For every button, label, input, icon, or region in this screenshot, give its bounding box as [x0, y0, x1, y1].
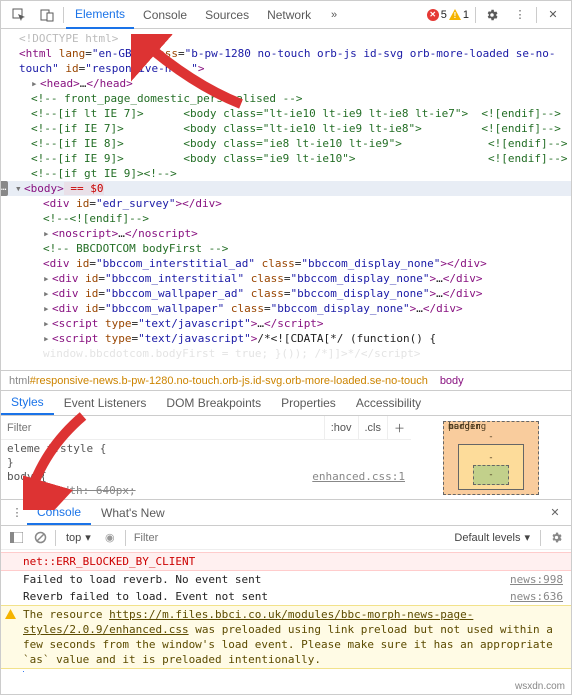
- warning-icon: [5, 608, 16, 623]
- styles-panel: :hov .cls ＋ eleme t.style { } enhanced.c…: [1, 416, 571, 500]
- kebab-menu-icon[interactable]: ⋮: [506, 1, 534, 29]
- breadcrumb[interactable]: html#responsive-news.b-pw-1280.no-touch.…: [1, 370, 571, 390]
- css-rules[interactable]: eleme t.style { } enhanced.css:1body { m…: [1, 440, 411, 499]
- subtab-properties[interactable]: Properties: [271, 391, 346, 415]
- console-toolbar: top ▾ ◉ Default levels ▾: [1, 526, 571, 550]
- chevron-down-icon: ▾: [524, 531, 530, 544]
- doctype: <!DOCTYPE html>: [7, 31, 565, 46]
- subtab-accessibility[interactable]: Accessibility: [346, 391, 431, 415]
- subtab-dom-breakpoints[interactable]: DOM Breakpoints: [156, 391, 271, 415]
- message-source-link[interactable]: news:998: [510, 572, 563, 587]
- devtools-toolbar: Elements Console Sources Network » ✕5 !1…: [1, 1, 571, 29]
- body-tag-selected[interactable]: ▾<body> == $0: [1, 181, 571, 196]
- watermark: wsxdn.com: [515, 681, 565, 692]
- tab-elements[interactable]: Elements: [66, 1, 134, 29]
- settings-icon[interactable]: [478, 1, 506, 29]
- new-style-rule-icon[interactable]: ＋: [387, 416, 411, 439]
- drawer-tab-console[interactable]: Console: [27, 500, 91, 525]
- console-error[interactable]: net::ERR_BLOCKED_BY_CLIENT: [1, 552, 571, 571]
- clear-console-icon[interactable]: [29, 531, 51, 544]
- console-message[interactable]: news:636Reverb failed to load. Event not…: [1, 588, 571, 605]
- more-tabs-icon[interactable]: »: [320, 1, 348, 29]
- subtab-event-listeners[interactable]: Event Listeners: [54, 391, 157, 415]
- svg-text:!: !: [454, 11, 457, 20]
- crumb-body[interactable]: body: [428, 375, 464, 387]
- warning-icon: !: [449, 9, 461, 20]
- error-icon: ✕: [427, 9, 439, 21]
- dom-tree[interactable]: <!DOCTYPE html> <html lang="en-GB" ass="…: [1, 29, 571, 370]
- live-expression-icon[interactable]: ◉: [99, 531, 121, 544]
- console-prompt[interactable]: ❯: [1, 669, 571, 672]
- execution-context-select[interactable]: top ▾: [60, 531, 97, 544]
- crumb-html[interactable]: html: [9, 375, 30, 387]
- console-sidebar-toggle-icon[interactable]: [5, 532, 27, 543]
- drawer-tabs: ⋮ Console What's New ✕: [1, 500, 571, 526]
- drawer-tab-whatsnew[interactable]: What's New: [91, 500, 175, 525]
- console-warning[interactable]: The resource https://m.files.bbci.co.uk/…: [1, 605, 571, 669]
- css-source-link[interactable]: enhanced.css:1: [312, 470, 405, 484]
- hov-toggle[interactable]: :hov: [324, 416, 358, 439]
- tab-console[interactable]: Console: [134, 1, 196, 29]
- subtab-styles[interactable]: Styles: [1, 391, 54, 415]
- inspect-icon[interactable]: [5, 1, 33, 29]
- crumb-selector[interactable]: #responsive-news.b-pw-1280.no-touch.orb-…: [30, 375, 428, 387]
- cls-toggle[interactable]: .cls: [358, 416, 388, 439]
- log-levels-select[interactable]: Default levels ▾: [448, 531, 536, 544]
- console-filter-input[interactable]: [130, 532, 447, 544]
- html-tag[interactable]: <html lang="en-GB" ass="b-pw-1280 no-tou…: [7, 46, 565, 61]
- box-model[interactable]: margin- border- padding-: [411, 416, 571, 499]
- drawer-close-icon[interactable]: ✕: [545, 506, 565, 519]
- tab-network[interactable]: Network: [258, 1, 320, 29]
- tab-sources[interactable]: Sources: [196, 1, 258, 29]
- console-settings-icon[interactable]: [545, 531, 567, 544]
- console-output[interactable]: net::ERR_BLOCKED_BY_CLIENT news:998Faile…: [1, 550, 571, 672]
- console-message[interactable]: news:998Failed to load reverb. No event …: [1, 571, 571, 588]
- device-toggle-icon[interactable]: [33, 1, 61, 29]
- close-devtools-icon[interactable]: ✕: [539, 1, 567, 29]
- chevron-down-icon: ▾: [85, 531, 91, 544]
- error-count[interactable]: ✕5 !1: [423, 9, 473, 21]
- head-tag[interactable]: ▸<head>…</head>: [7, 76, 565, 91]
- styles-subtabs: Styles Event Listeners DOM Breakpoints P…: [1, 390, 571, 416]
- drawer-menu-icon[interactable]: ⋮: [7, 506, 27, 519]
- message-source-link[interactable]: news:636: [510, 589, 563, 604]
- styles-filter-input[interactable]: [1, 422, 324, 434]
- comment: <!-- front_page_domestic_personalised --…: [7, 91, 565, 106]
